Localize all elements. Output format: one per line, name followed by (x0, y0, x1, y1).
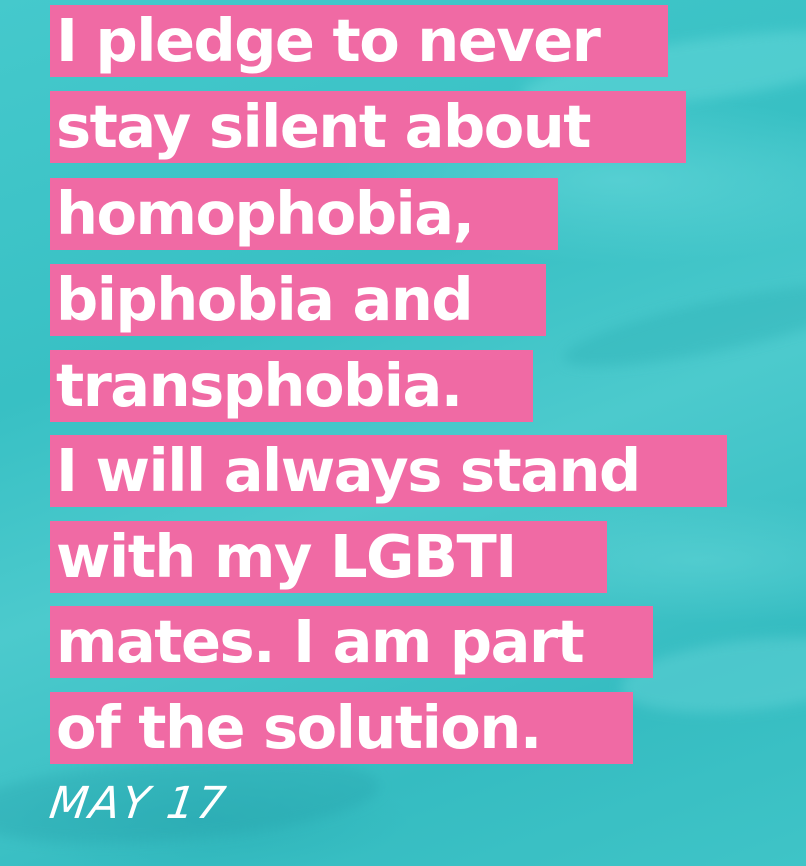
pledge-line-8: mates. I am part (50, 606, 653, 678)
pledge-line-7: with my LGBTI (50, 521, 607, 593)
pledge-line-2: stay silent about (50, 91, 686, 163)
pledge-line-5: transphobia. (50, 350, 533, 422)
pledge-line-1: I pledge to never (50, 5, 668, 77)
brush-stroke (558, 267, 806, 383)
teal-brush-background: I pledge to never stay silent about homo… (0, 0, 806, 866)
handwritten-date: MAY 17 (46, 778, 231, 829)
pledge-line-4: biphobia and (50, 264, 546, 336)
pledge-line-9: of the solution. (50, 692, 633, 764)
pledge-line-6: I will always stand (50, 435, 727, 507)
pledge-line-3: homophobia, (50, 178, 558, 250)
